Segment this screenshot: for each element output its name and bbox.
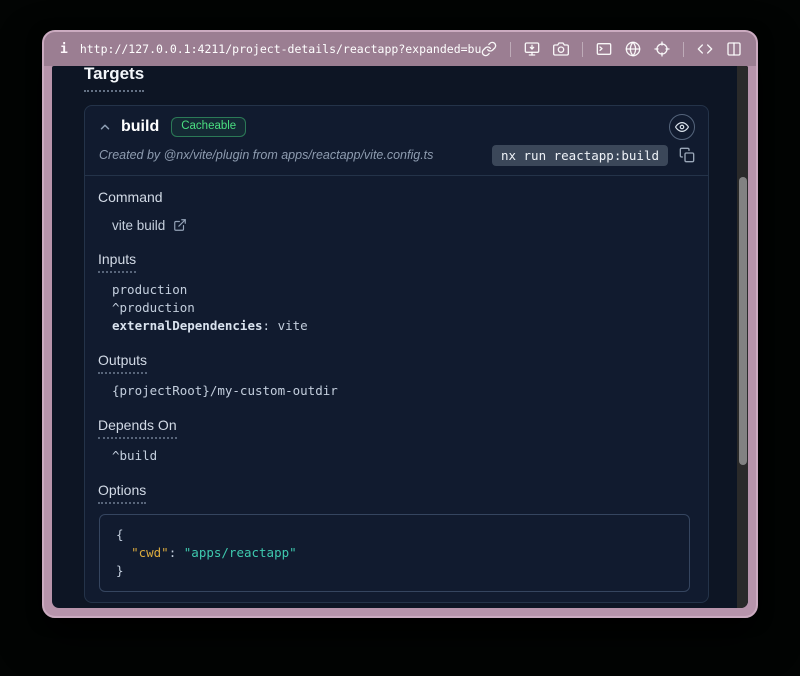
chevron-up-icon[interactable]	[98, 120, 112, 134]
options-json-box: { "cwd": "apps/reactapp" }	[99, 514, 690, 592]
command-value: vite build	[112, 218, 165, 233]
build-card-header: build Cacheable Created by @nx/vite/plug…	[85, 106, 708, 175]
split-panel-icon[interactable]	[726, 41, 742, 57]
input-item: externalDependencies: vite	[112, 317, 690, 335]
toolbar-divider	[683, 42, 684, 57]
link-icon[interactable]	[481, 41, 497, 57]
code-icon[interactable]	[697, 41, 713, 57]
toolbar-actions	[481, 41, 742, 57]
depends-on-label: Depends On	[98, 416, 690, 439]
toolbar-divider	[510, 42, 511, 57]
inputs-list: production ^production externalDependenc…	[112, 281, 690, 335]
terminal-icon[interactable]	[596, 41, 612, 57]
external-link-icon[interactable]	[173, 218, 187, 232]
run-command-chip[interactable]: nx run reactapp:build	[492, 145, 668, 166]
depends-on-item: ^build	[112, 447, 690, 465]
target-card-build: build Cacheable Created by @nx/vite/plug…	[84, 105, 709, 603]
screenshot-download-icon[interactable]	[524, 41, 540, 57]
copy-icon[interactable]	[679, 147, 695, 163]
build-card-body: Command vite build Inputs production ^pr…	[85, 176, 708, 602]
outputs-list: {projectRoot}/my-custom-outdir	[112, 382, 690, 400]
json-cwd-line: "cwd": "apps/reactapp"	[116, 544, 673, 562]
depends-on-list: ^build	[112, 447, 690, 465]
project-details-page: Targets build Cacheable	[52, 66, 748, 608]
json-close-brace: }	[116, 562, 673, 580]
outputs-label: Outputs	[98, 351, 690, 374]
url-bar[interactable]: http://127.0.0.1:4211/project-details/re…	[80, 42, 481, 56]
cacheable-badge: Cacheable	[171, 117, 246, 138]
command-label: Command	[98, 188, 690, 206]
input-item: ^production	[112, 299, 690, 317]
json-open-brace: {	[116, 526, 673, 544]
app-window: i http://127.0.0.1:4211/project-details/…	[42, 30, 758, 618]
targets-section: Targets build Cacheable	[52, 66, 737, 608]
target-name[interactable]: build	[121, 118, 159, 136]
page-title: Targets	[84, 66, 144, 92]
output-item: {projectRoot}/my-custom-outdir	[112, 382, 690, 400]
input-item: production	[112, 281, 690, 299]
json-value: "apps/reactapp"	[184, 545, 297, 560]
toolbar-divider	[582, 42, 583, 57]
json-key: "cwd"	[131, 545, 169, 560]
camera-icon[interactable]	[553, 41, 569, 57]
view-graph-button[interactable]	[669, 114, 695, 140]
eye-icon	[675, 120, 689, 134]
inputs-label: Inputs	[98, 250, 690, 273]
created-by-note: Created by @nx/vite/plugin from apps/rea…	[99, 148, 433, 162]
info-icon: i	[60, 42, 68, 57]
crosshair-icon[interactable]	[654, 41, 670, 57]
options-label: Options	[98, 481, 690, 504]
browser-toolbar: i http://127.0.0.1:4211/project-details/…	[44, 32, 756, 66]
globe-icon[interactable]	[625, 41, 641, 57]
scrollbar-track[interactable]	[737, 66, 748, 608]
scrollbar-thumb[interactable]	[739, 177, 747, 465]
